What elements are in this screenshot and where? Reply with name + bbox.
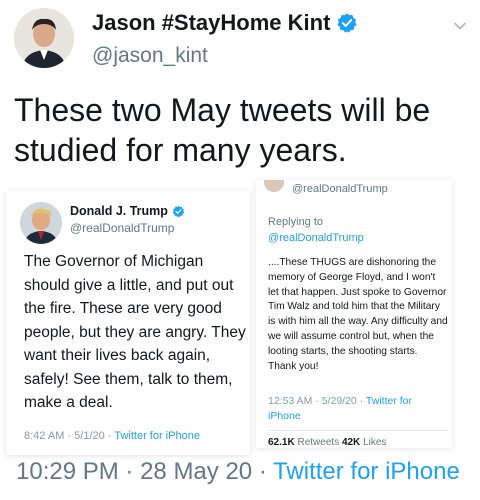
author-name-text: Jason #StayHome Kint [92, 10, 331, 35]
embedded-image-left[interactable]: Donald J. Trump @realDonaldTrump The Gov… [6, 190, 250, 455]
embedded-author-name-text: Donald J. Trump [70, 204, 168, 218]
meta-separator: · [258, 458, 267, 485]
engagement-counts: 62.1K Retweets 42K Likes [268, 437, 386, 448]
embedded-author-avatar [20, 202, 62, 244]
meta-separator: · [125, 458, 134, 485]
tweet-date[interactable]: 28 May 20 [140, 458, 252, 485]
tweet-time[interactable]: 10:29 PM [16, 458, 119, 485]
meta-separator: · [315, 395, 319, 407]
meta-separator: · [107, 430, 112, 442]
meta-separator: · [67, 430, 72, 442]
embedded-tweet-date: 5/1/20 [74, 430, 105, 442]
verified-badge-icon [337, 13, 358, 33]
embedded-tweet-text: ....These THUGS are dishonoring the memo… [268, 257, 448, 372]
embedded-author-name: Donald J. Trump [70, 204, 185, 218]
embedded-tweet-date: 5/29/20 [321, 395, 357, 407]
divider [268, 430, 448, 431]
embedded-author-avatar [264, 180, 284, 192]
retweets-label: Retweets [297, 437, 340, 448]
tweet-meta: 10:29 PM · 28 May 20 · Twitter for iPhon… [16, 458, 460, 486]
author-avatar[interactable] [14, 8, 74, 68]
embedded-tweet-meta: 8:42 AM · 5/1/20 · Twitter for iPhone [24, 430, 200, 442]
tweet-source[interactable]: Twitter for iPhone [273, 458, 460, 485]
verified-badge-icon [172, 205, 185, 217]
embedded-tweet-source: Twitter for iPhone [114, 430, 200, 442]
retweets-count: 62.1K [268, 437, 295, 448]
likes-label: Likes [363, 437, 387, 448]
tweet-text: These two May tweets will be studied for… [14, 92, 431, 168]
author-name[interactable]: Jason #StayHome Kint [92, 10, 358, 36]
author-handle[interactable]: @jason_kint [92, 44, 208, 68]
embedded-tweet-time: 8:42 AM [24, 430, 65, 442]
replying-to-handle: @realDonaldTrump [268, 232, 364, 244]
embedded-tweet-time: 12:53 AM [268, 395, 313, 407]
embedded-author-handle: @realDonaldTrump [292, 183, 388, 195]
embedded-tweet-text: The Governor of Michigan should give a l… [24, 253, 246, 411]
replying-to-label: Replying to [268, 216, 324, 228]
meta-separator: · [359, 395, 364, 407]
embedded-tweet-meta: 12:53 AM · 5/29/20 · Twitter for iPhone [268, 394, 444, 424]
likes-count: 42K [341, 437, 361, 448]
chevron-down-icon[interactable] [452, 18, 468, 34]
embedded-author-handle: @realDonaldTrump [70, 221, 175, 235]
embedded-image-right[interactable]: @realDonaldTrump Replying to @realDonald… [256, 180, 452, 448]
